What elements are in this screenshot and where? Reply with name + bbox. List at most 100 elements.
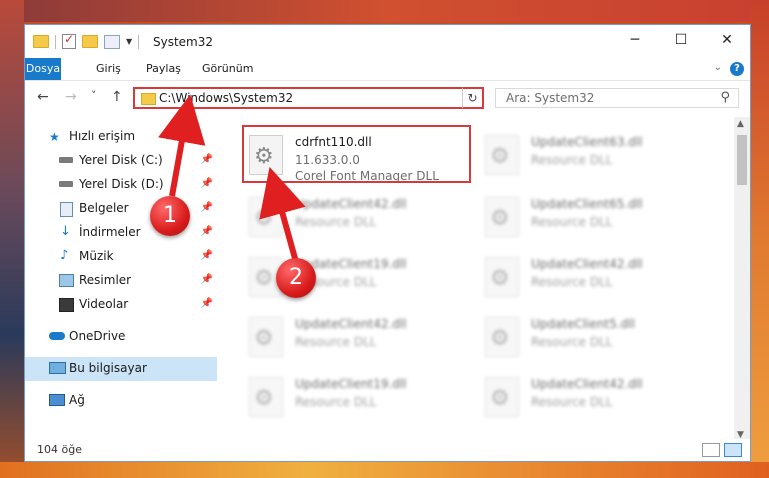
sidebar-item-local-disk-c[interactable]: Yerel Disk (C:) 📌 [25, 149, 217, 173]
scroll-up-arrow-icon[interactable]: ▲ [737, 119, 744, 129]
pin-icon: 📌 [200, 274, 213, 285]
callout-2: 2 [276, 258, 316, 298]
drive-icon [59, 157, 73, 163]
sidebar-item-music[interactable]: ♪ Müzik 📌 [25, 245, 217, 269]
new-folder-icon[interactable] [82, 35, 98, 48]
tab-file[interactable]: Dosya [25, 58, 61, 80]
sidebar-item-quick-access[interactable]: ★ Hızlı erişim [25, 125, 217, 149]
expand-ribbon-chevron-icon[interactable]: ⌄ [714, 62, 722, 73]
file-tile[interactable]: UpdateClient42.dll Resource DLL [485, 253, 715, 303]
view-toggle [702, 443, 742, 457]
search-input[interactable]: Ara: System32 ⚲ [495, 88, 739, 108]
highlight-box [242, 125, 471, 183]
back-arrow-icon[interactable]: ← [37, 89, 49, 105]
dll-file-icon [485, 317, 519, 357]
file-name: UpdateClient42.dll [295, 317, 407, 331]
window-title: System32 [153, 35, 214, 49]
sidebar-item-this-pc[interactable]: Bu bilgisayar [25, 357, 217, 381]
maximize-button[interactable]: ☐ [658, 25, 704, 55]
tab-view[interactable]: Görünüm [191, 58, 264, 80]
pictures-icon [59, 274, 74, 287]
recent-locations-chevron-icon[interactable]: ˅ [91, 89, 97, 102]
desktop-background-top [0, 0, 769, 22]
details-view-icon[interactable] [702, 443, 720, 457]
customize-toolbar-chevron-icon[interactable]: ▼ [126, 37, 132, 46]
properties-icon[interactable] [104, 34, 120, 49]
music-icon: ♪ [60, 248, 69, 263]
file-tile[interactable]: UpdateClient65.dll Resource DLL [485, 193, 715, 243]
file-name: UpdateClient42.dll [531, 257, 643, 271]
explorer-window: ▼ System32 ─ ☐ ✕ Dosya Giriş Paylaş Görü… [24, 24, 751, 462]
search-placeholder: Ara: System32 [506, 91, 595, 105]
navigation-pane: ★ Hızlı erişim Yerel Disk (C:) 📌 Yerel D… [25, 117, 217, 437]
ribbon-tabs: Dosya Giriş Paylaş Görünüm ⌄ ? [25, 58, 750, 81]
sidebar-item-label: Yerel Disk (C:) [79, 153, 163, 167]
sidebar-item-downloads[interactable]: ↓ İndirmeler 📌 [25, 221, 217, 245]
item-count: 104 öğe [37, 443, 82, 456]
sidebar-item-pictures[interactable]: Resimler 📌 [25, 269, 217, 293]
up-arrow-icon[interactable]: ↑ [111, 89, 123, 105]
dll-file-icon [485, 257, 519, 297]
sidebar-item-label: Bu bilgisayar [69, 361, 147, 375]
sidebar-item-label: İndirmeler [79, 225, 141, 239]
pin-icon: 📌 [200, 226, 213, 237]
sidebar-item-network[interactable]: Ağ [25, 389, 217, 413]
sidebar-item-local-disk-d[interactable]: Yerel Disk (D:) 📌 [25, 173, 217, 197]
file-name: UpdateClient42.dll [531, 377, 643, 391]
network-icon [49, 394, 65, 406]
dll-file-icon [249, 197, 283, 237]
properties-check-icon[interactable] [62, 32, 76, 49]
status-bar: 104 öğe [25, 439, 750, 461]
dll-file-icon [249, 317, 283, 357]
sidebar-item-videos[interactable]: Videolar 📌 [25, 293, 217, 317]
drive-icon [59, 181, 73, 187]
file-description: Resource DLL [531, 215, 613, 229]
minimize-button[interactable]: ─ [612, 25, 658, 55]
download-icon: ↓ [60, 224, 71, 239]
address-path[interactable]: C:\Windows\System32 [159, 91, 293, 105]
file-description: Resource DLL [531, 335, 613, 349]
dll-file-icon [485, 377, 519, 417]
callout-1: 1 [150, 196, 190, 236]
file-tile[interactable]: UpdateClient19.dll Resource DLL [249, 373, 479, 423]
sidebar-item-label: Müzik [79, 249, 114, 263]
documents-icon [60, 202, 73, 217]
scrollbar-thumb[interactable] [737, 135, 747, 185]
sidebar-item-onedrive[interactable]: OneDrive [25, 325, 217, 349]
close-button[interactable]: ✕ [704, 25, 750, 55]
file-description: Resource DLL [531, 275, 613, 289]
file-name: UpdateClient42.dll [295, 197, 407, 211]
file-tile[interactable]: UpdateClient42.dll Resource DLL [249, 313, 479, 363]
dll-file-icon [485, 135, 519, 175]
window-controls: ─ ☐ ✕ [612, 25, 750, 55]
cloud-icon [49, 332, 65, 340]
divider [55, 34, 56, 49]
file-name: UpdateClient65.dll [531, 197, 643, 211]
file-tile[interactable]: UpdateClient63.dll Resource DLL [485, 131, 715, 181]
tab-share[interactable]: Paylaş [135, 58, 192, 80]
forward-arrow-icon[interactable]: → [65, 89, 77, 105]
file-name: UpdateClient63.dll [531, 135, 643, 149]
tab-home[interactable]: Giriş [85, 58, 132, 80]
divider [138, 34, 140, 49]
pin-icon: 📌 [200, 178, 213, 189]
file-tile[interactable]: UpdateClient42.dll Resource DLL [485, 373, 715, 423]
search-icon[interactable]: ⚲ [720, 90, 730, 105]
folder-icon [33, 35, 49, 48]
refresh-button[interactable]: ↻ [462, 87, 484, 109]
vertical-scrollbar[interactable]: ▲ ▼ [734, 117, 750, 442]
desktop-background-right [751, 0, 769, 478]
file-tile[interactable]: UpdateClient5.dll Resource DLL [485, 313, 715, 363]
sidebar-item-label: Hızlı erişim [69, 129, 136, 143]
desktop-background-bottom [0, 462, 769, 478]
file-tile[interactable]: UpdateClient42.dll Resource DLL [249, 193, 479, 243]
sidebar-item-label: OneDrive [69, 329, 126, 343]
quick-access-toolbar: ▼ [33, 32, 140, 49]
large-icons-view-icon[interactable] [724, 443, 742, 457]
address-bar[interactable]: C:\Windows\System32 ˅ [133, 87, 484, 109]
help-icon[interactable]: ? [730, 62, 744, 76]
file-description: Resource DLL [295, 215, 377, 229]
file-description: Resource DLL [531, 395, 613, 409]
folder-icon [141, 93, 156, 105]
star-icon: ★ [49, 130, 60, 144]
